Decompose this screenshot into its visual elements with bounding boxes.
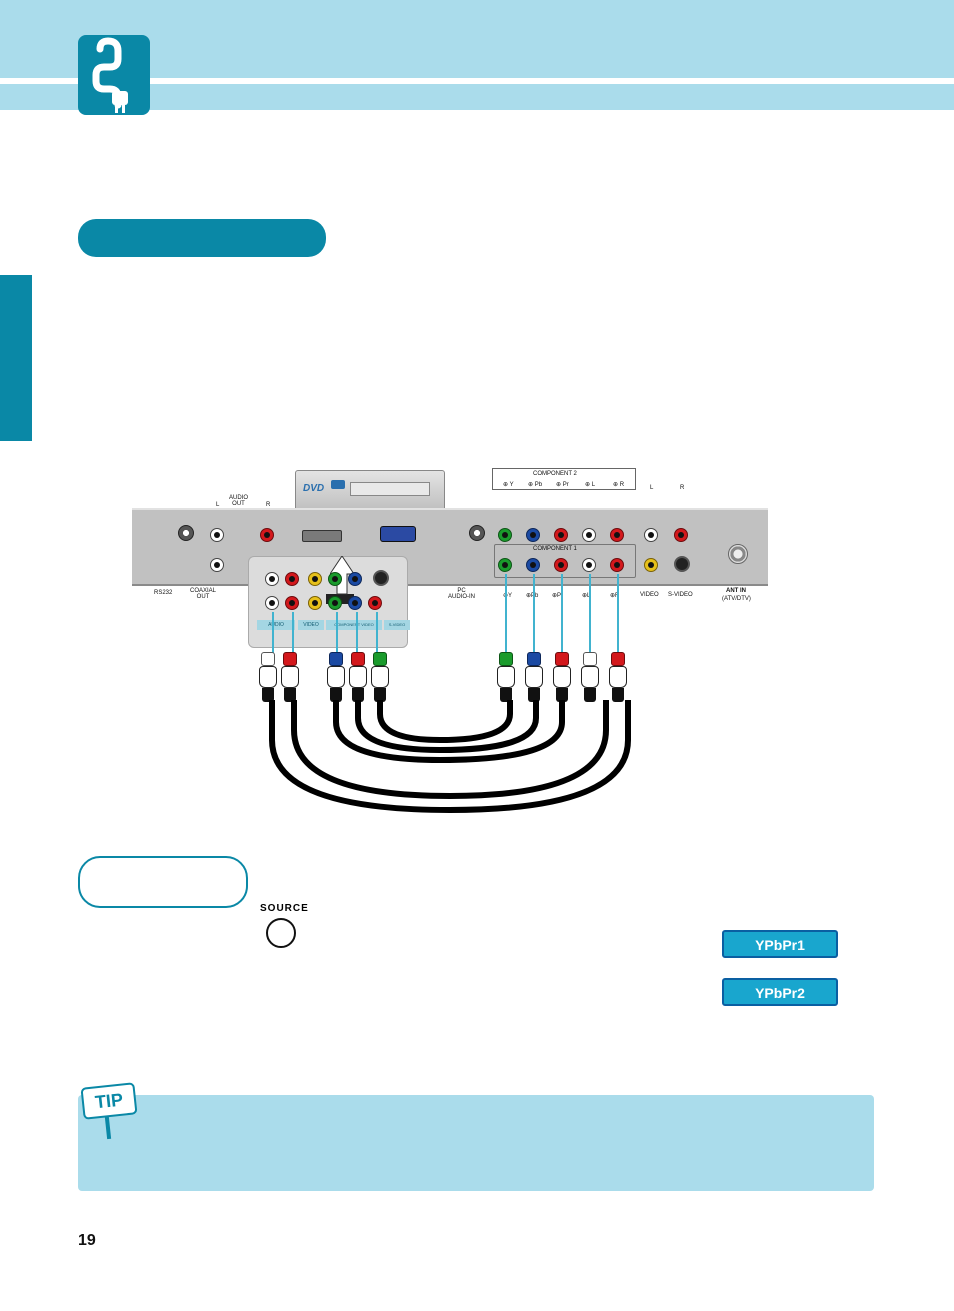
ext-port-comp-pr2 — [368, 596, 382, 610]
plug-right-red — [608, 652, 628, 702]
plug-left-red — [280, 652, 300, 702]
tip-badge-label: TIP — [94, 1090, 124, 1113]
plug-right-blue — [524, 652, 544, 702]
ext-port-audio-R — [285, 572, 299, 586]
ext-tab-svideo: S-VIDEO — [384, 620, 410, 630]
label-c2-R: ⊕ R — [613, 481, 624, 488]
ext-tab-video: VIDEO — [298, 620, 324, 630]
ext-port-comp-pb — [348, 572, 362, 586]
tip-callout-box — [78, 1095, 874, 1191]
plug-right-redpr — [552, 652, 572, 702]
port-s-video — [674, 556, 690, 572]
label-video: VIDEO — [640, 592, 659, 598]
port-hdmi — [302, 530, 342, 542]
plug-right-green — [496, 652, 516, 702]
label-L-top: L — [216, 502, 219, 508]
plug-left-white — [258, 652, 278, 702]
ext-tab-component-video: COMPONENT VIDEO — [326, 620, 382, 630]
port-c2-L — [582, 528, 596, 542]
port-c2-R — [610, 528, 624, 542]
label-ant-in: ANT IN — [726, 588, 746, 594]
cable-left-white-L — [272, 612, 274, 654]
cable-left-red-R — [292, 612, 294, 654]
dvd-slot — [350, 482, 430, 496]
plug-right-white — [580, 652, 600, 702]
label-c2-L: ⊕ L — [585, 481, 595, 488]
cable-left-green — [376, 612, 378, 654]
chip-ypbpr1: YPbPr1 — [722, 930, 838, 958]
plug-left-green — [370, 652, 390, 702]
label-LR-left: L — [650, 485, 653, 491]
cable-loop-component — [330, 700, 590, 770]
cable-right-blue — [533, 574, 535, 654]
ext-port-audio-L — [265, 572, 279, 586]
label-c2-y: ⊕ Y — [503, 481, 514, 488]
chip-ypbpr1-label: YPbPr1 — [755, 937, 805, 953]
cable-right-green — [505, 574, 507, 654]
tip-badge: TIP — [80, 1082, 137, 1119]
label-s-video: S-VIDEO — [668, 592, 693, 598]
cable-left-red — [356, 612, 358, 654]
ext-port-comp-y2 — [328, 596, 342, 610]
dvd-disc-icon — [331, 480, 345, 489]
port-video — [644, 558, 658, 572]
port-audio-out-L-bot — [210, 558, 224, 572]
port-audio-out-L-top — [210, 528, 224, 542]
ext-port-comp-pb2 — [348, 596, 362, 610]
cable-right-white — [589, 574, 591, 654]
panel-screw-left — [178, 525, 194, 541]
port-av-L — [644, 528, 658, 542]
label-c2-pb: ⊕ Pb — [528, 481, 542, 488]
plug-left-red2 — [348, 652, 368, 702]
finishing-touches-capsule — [78, 856, 248, 908]
chapter-side-tab — [0, 275, 32, 441]
ext-port-svideo-top — [373, 570, 389, 586]
label-rs232: RS232 — [154, 590, 172, 596]
ext-port-video2 — [308, 596, 322, 610]
dvd-label: DVD — [303, 483, 324, 494]
cable-right-redpr — [561, 574, 563, 654]
label-coaxial-out: COAXIAL OUT — [190, 588, 216, 600]
section-heading-pill — [78, 219, 326, 257]
cable-right-red — [617, 574, 619, 654]
port-av-R — [674, 528, 688, 542]
plug-left-blue — [326, 652, 346, 702]
port-c2-pb — [526, 528, 540, 542]
ext-tab-audio: AUDIO — [257, 620, 295, 630]
panel-screw-mid — [469, 525, 485, 541]
label-audio-out: AUDIO OUT — [229, 495, 248, 507]
cable-left-blue — [336, 612, 338, 654]
dvd-label-area: DVD — [303, 478, 324, 496]
label-component2: COMPONENT 2 — [533, 471, 577, 477]
chip-ypbpr2: YPbPr2 — [722, 978, 838, 1006]
port-c2-y — [498, 528, 512, 542]
label-R-top: R — [266, 502, 270, 508]
tv-rear-panel — [132, 508, 768, 586]
label-c2-pr: ⊕ Pr — [556, 481, 569, 488]
ext-port-audio-R2 — [285, 596, 299, 610]
label-LR-right: R — [680, 485, 684, 491]
port-vga — [380, 526, 416, 542]
label-pc-audio-in: PC AUDIO-IN — [448, 588, 475, 600]
ext-port-comp-y — [328, 572, 342, 586]
label-ant-in-sub: (ATV/DTV) — [722, 596, 751, 602]
port-ant-in — [728, 544, 748, 564]
ext-port-video — [308, 572, 322, 586]
chip-ypbpr2-label: YPbPr2 — [755, 985, 805, 1001]
ext-port-audio-L2 — [265, 596, 279, 610]
component1-frame — [494, 544, 636, 578]
connections-icon — [78, 35, 150, 115]
source-label: SOURCE — [260, 903, 309, 914]
port-c2-pr — [554, 528, 568, 542]
port-audio-out-R-top — [260, 528, 274, 542]
source-button-icon — [266, 918, 296, 948]
page-number: 19 — [78, 1232, 96, 1250]
